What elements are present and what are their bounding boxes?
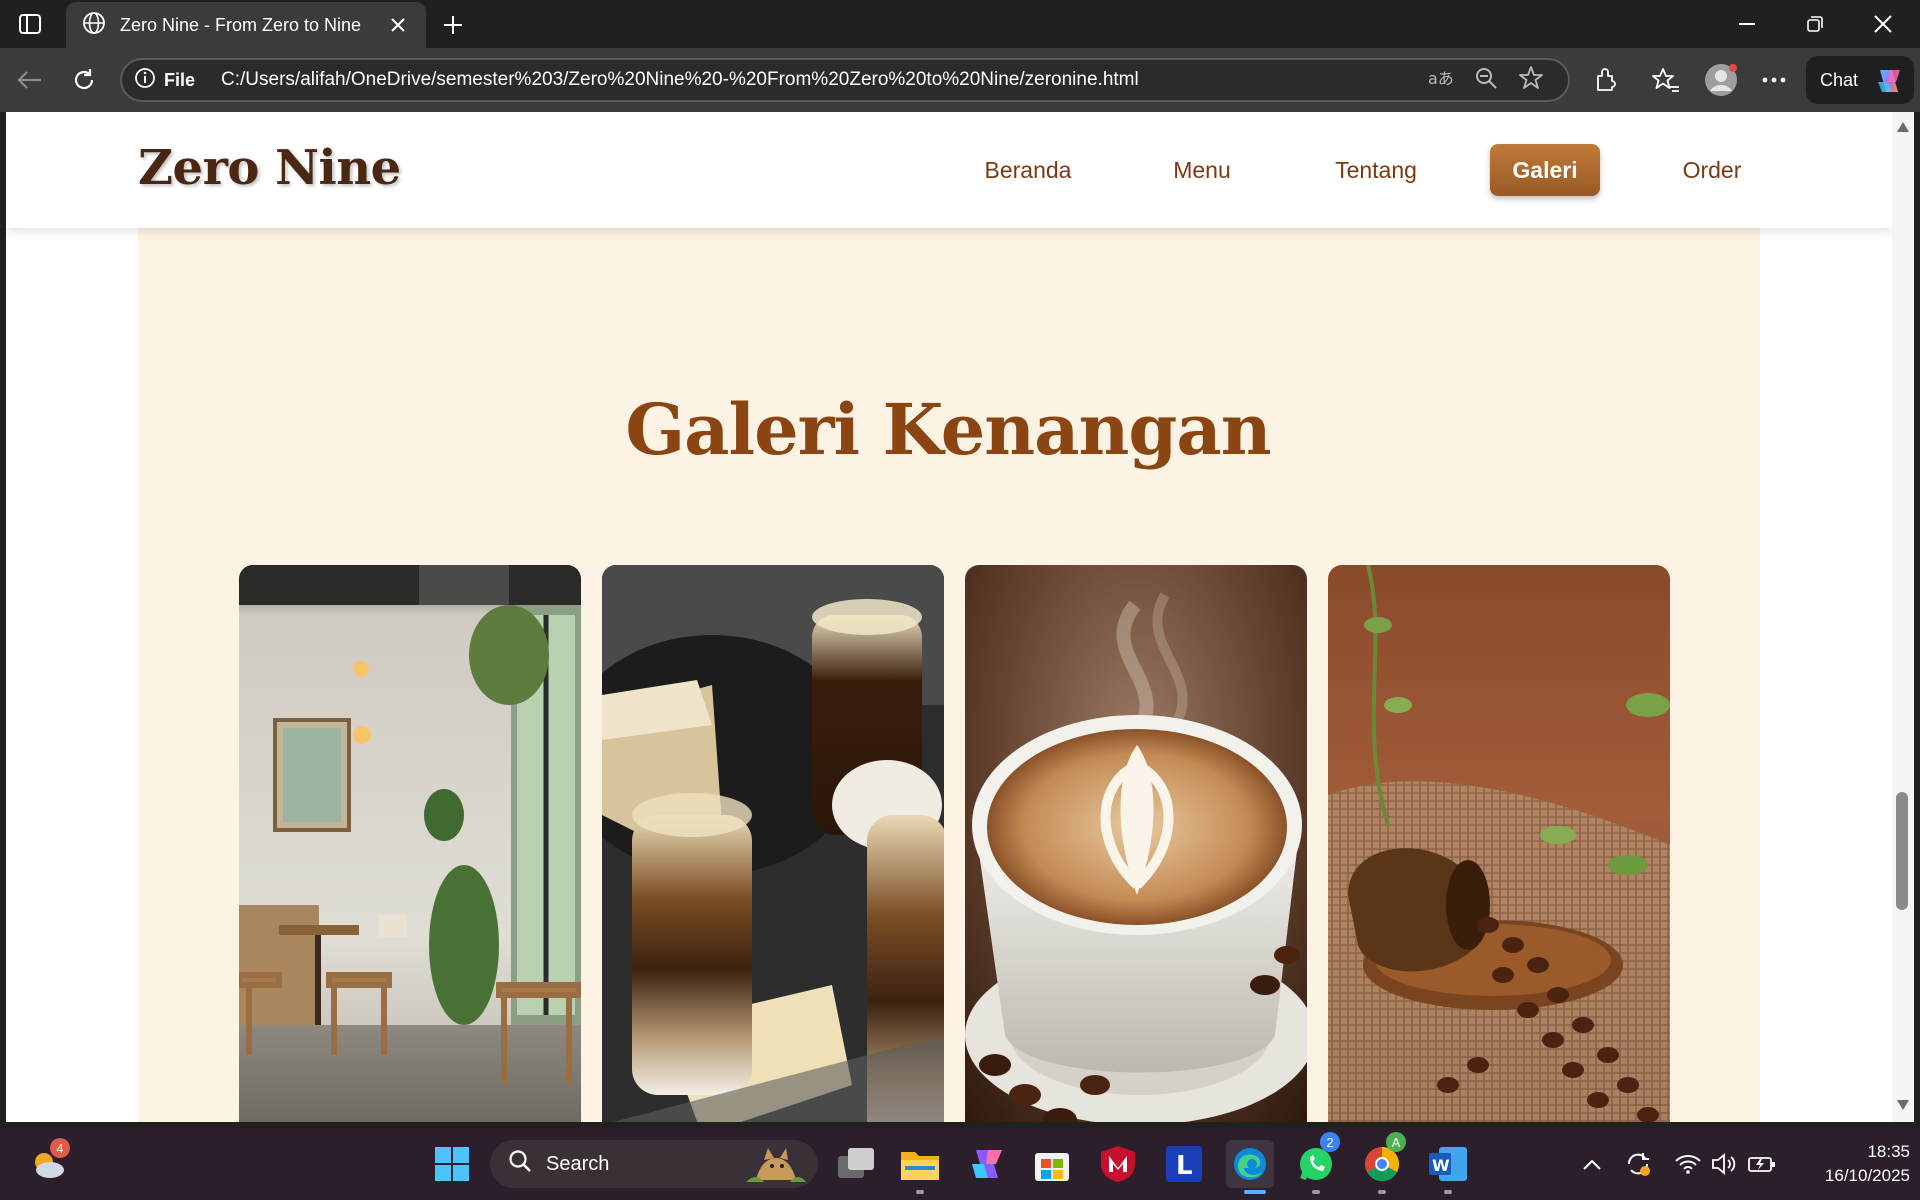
nav-order[interactable]: Order [1640,144,1784,196]
weather-badge: 4 [50,1138,70,1158]
page-viewport: Galeri Kenangan Zero Nine Beranda Menu T… [6,112,1892,1122]
zoom-out-icon[interactable] [1474,66,1498,94]
close-window-icon[interactable] [1850,0,1916,48]
profile-avatar-icon[interactable] [1701,60,1741,100]
search-icon [508,1149,532,1179]
taskbar-search[interactable]: Search [490,1140,818,1188]
gallery-section: Galeri Kenangan [138,228,1760,1122]
chat-label: Chat [1820,69,1859,90]
minimize-icon[interactable] [1714,0,1780,48]
scroll-thumb[interactable] [1896,792,1908,910]
close-tab-icon[interactable] [386,13,410,37]
address-bar[interactable]: File C:/Users/alifah/OneDrive/semester%2… [120,58,1570,102]
site-logo[interactable]: Zero Nine [138,140,401,196]
scroll-up-icon[interactable] [1896,120,1910,134]
svg-text:L: L [1176,1151,1193,1181]
search-highlight-icon [746,1144,806,1190]
more-options-icon[interactable] [1754,60,1794,100]
file-explorer-icon[interactable] [896,1140,944,1188]
edge-browser-icon[interactable] [1226,1140,1274,1188]
restore-icon[interactable] [1782,0,1848,48]
svg-text:W: W [1432,1156,1450,1175]
site-header: Zero Nine Beranda Menu Tentang Galeri Or… [6,112,1892,228]
clock-date: 16/10/2025 [1824,1166,1910,1185]
nav-beranda[interactable]: Beranda [956,144,1100,196]
page-scrollbar[interactable] [1892,112,1914,1122]
gallery-title: Galeri Kenangan [625,388,1271,471]
favorites-icon[interactable] [1646,60,1686,100]
gallery-photo-iced-coffee[interactable] [602,565,944,1122]
whatsapp-running-indicator [1312,1190,1320,1194]
nav-galeri[interactable]: Galeri [1490,144,1600,196]
url-text[interactable]: C:/Users/alifah/OneDrive/semester%203/Ze… [221,69,1139,91]
tab-title: Zero Nine - From Zero to Nine [120,14,362,35]
chrome-running-indicator [1378,1190,1386,1194]
browser-toolbar: File C:/Users/alifah/OneDrive/semester%2… [0,48,1920,112]
copilot-icon [1874,68,1902,92]
nav-tentang[interactable]: Tentang [1304,144,1448,196]
favorite-star-icon[interactable] [1518,65,1544,95]
copilot-app-icon[interactable] [962,1140,1010,1188]
refresh-icon[interactable] [64,60,104,100]
browser-tab[interactable]: Zero Nine - From Zero to Nine [66,2,426,48]
mcafee-icon[interactable] [1094,1140,1142,1188]
system-clock[interactable]: 18:35 16/10/2025 [1790,1140,1910,1188]
info-icon[interactable] [134,67,156,93]
gallery-photo-coffee-beans[interactable] [1328,565,1670,1122]
explorer-running-indicator [916,1190,924,1194]
app-l-icon[interactable]: L [1160,1140,1208,1188]
edge-active-indicator [1244,1190,1266,1194]
word-icon[interactable]: W [1424,1140,1472,1188]
microsoft-store-icon[interactable] [1028,1140,1076,1188]
show-hidden-icons[interactable] [1568,1140,1616,1188]
copilot-chat-button[interactable]: Chat [1806,56,1914,104]
svg-text:aあ: aあ [1428,69,1454,88]
extensions-icon[interactable] [1586,60,1626,100]
windows-start-icon[interactable] [428,1140,476,1188]
task-view-icon[interactable] [832,1140,880,1188]
search-label: Search [546,1152,610,1175]
gallery-photo-latte-art[interactable] [965,565,1307,1122]
file-label: File [164,69,196,90]
clock-time: 18:35 [1867,1142,1910,1161]
windows-taskbar: 4 Search L 2 A W 18:35 16/10/2025 [0,1128,1920,1200]
new-tab-icon[interactable] [438,10,468,40]
sidebar-toggle-icon[interactable] [16,12,44,36]
scroll-down-icon[interactable] [1896,1098,1910,1112]
browser-titlebar: Zero Nine - From Zero to Nine [0,0,1920,48]
nav-menu[interactable]: Menu [1130,144,1274,196]
whatsapp-badge: 2 [1320,1132,1340,1152]
read-aloud-icon[interactable]: aあ [1428,67,1454,93]
word-running-indicator [1444,1190,1452,1194]
sync-icon[interactable] [1616,1140,1660,1188]
back-icon[interactable] [10,60,50,100]
gallery-photo-cafe-interior[interactable] [239,565,581,1122]
chrome-profile-badge: A [1386,1132,1406,1152]
globe-icon [82,11,106,39]
battery-icon[interactable] [1740,1140,1784,1188]
